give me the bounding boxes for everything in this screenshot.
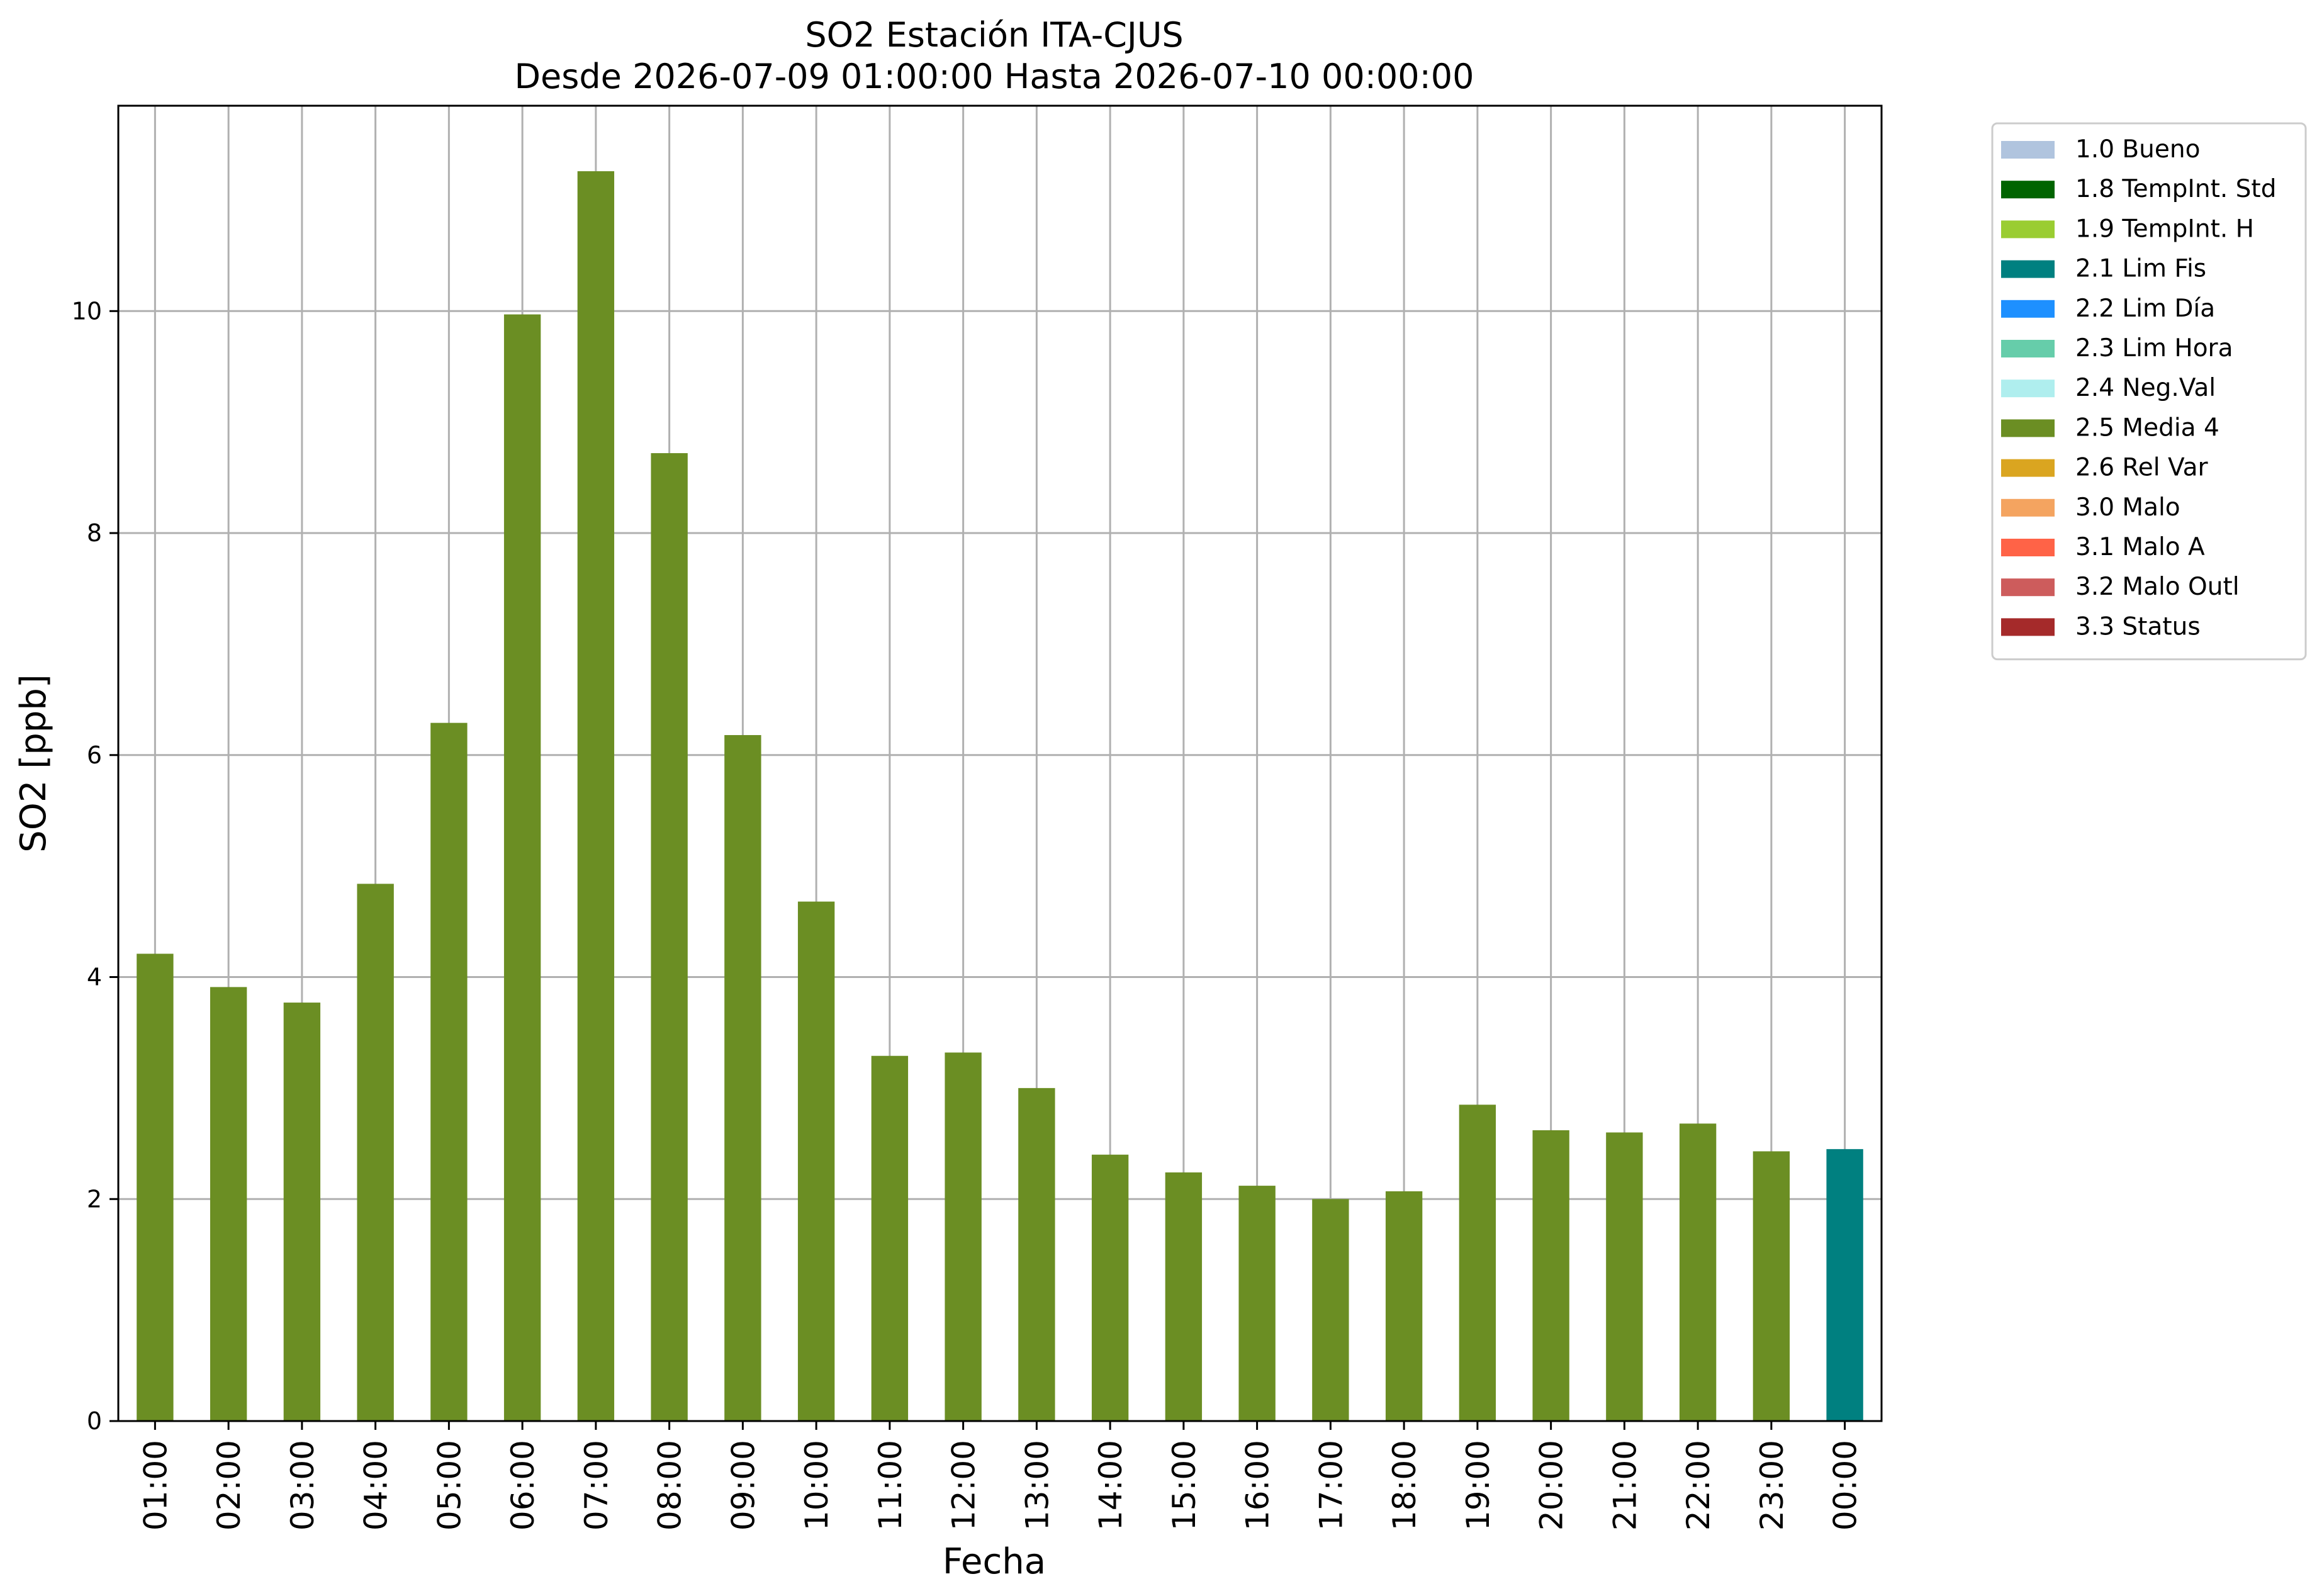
bar xyxy=(1606,1132,1643,1421)
legend-swatch xyxy=(2001,141,2055,159)
y-tick-label: 2 xyxy=(87,1185,102,1213)
legend-swatch xyxy=(2001,419,2055,437)
chart-background xyxy=(0,0,2317,1596)
chart-title: SO2 Estación ITA-CJUS xyxy=(805,15,1183,55)
x-tick-label: 01:00 xyxy=(137,1440,174,1531)
x-tick-label: 03:00 xyxy=(284,1440,321,1531)
legend-label: 2.1 Lim Fis xyxy=(2075,255,2206,283)
bar xyxy=(503,314,541,1421)
legend-swatch xyxy=(2001,181,2055,199)
bar xyxy=(283,1003,321,1421)
legend-swatch xyxy=(2001,459,2055,477)
x-tick-label: 06:00 xyxy=(505,1440,541,1531)
bar xyxy=(1532,1130,1569,1421)
x-tick-label: 19:00 xyxy=(1460,1440,1496,1531)
legend-label: 2.6 Rel Var xyxy=(2075,454,2209,482)
legend-label: 1.8 TempInt. Std xyxy=(2075,175,2276,203)
legend-label: 3.2 Malo Outl xyxy=(2075,573,2240,601)
chart-subtitle: Desde 2026-07-09 01:00:00 Hasta 2026-07-… xyxy=(514,57,1474,96)
x-tick-label: 08:00 xyxy=(652,1440,688,1531)
legend-label: 2.2 Lim Día xyxy=(2075,295,2215,323)
bar xyxy=(1165,1172,1203,1421)
y-tick-label: 4 xyxy=(87,964,102,991)
x-tick-label: 05:00 xyxy=(431,1440,468,1531)
x-tick-label: 18:00 xyxy=(1386,1440,1423,1531)
x-tick-label: 04:00 xyxy=(358,1440,395,1531)
x-tick-label: 10:00 xyxy=(799,1440,835,1531)
x-tick-label: 23:00 xyxy=(1754,1440,1790,1531)
x-tick-label: 15:00 xyxy=(1166,1440,1203,1531)
legend-label: 3.0 Malo xyxy=(2075,493,2180,522)
x-tick-label: 14:00 xyxy=(1092,1440,1129,1531)
y-tick-label: 10 xyxy=(72,297,102,325)
y-axis-label: SO2 [ppb] xyxy=(13,674,54,852)
x-tick-label: 21:00 xyxy=(1607,1440,1643,1531)
legend: 1.0 Bueno 1.8 TempInt. Std 1.9 TempInt. H 2… xyxy=(1991,122,2307,661)
x-tick-label: 07:00 xyxy=(578,1440,615,1531)
x-tick-label: 17:00 xyxy=(1313,1440,1349,1531)
bar xyxy=(651,453,688,1421)
bar xyxy=(137,953,174,1421)
bar xyxy=(1679,1123,1717,1421)
legend-swatch xyxy=(2001,220,2055,239)
legend-swatch xyxy=(2001,260,2055,278)
bar xyxy=(724,735,761,1421)
legend-swatch xyxy=(2001,618,2055,636)
legend-label: 2.3 Lim Hora xyxy=(2075,334,2233,362)
legend-label: 2.5 Media 4 xyxy=(2075,413,2219,442)
legend-label: 2.4 Neg.Val xyxy=(2075,374,2216,402)
y-tick-label: 0 xyxy=(87,1407,102,1435)
legend-label: 1.0 Bueno xyxy=(2075,135,2200,164)
legend-swatch xyxy=(2001,539,2055,556)
x-tick-label: 00:00 xyxy=(1827,1440,1864,1531)
x-tick-label: 09:00 xyxy=(725,1440,761,1531)
y-tick-label: 6 xyxy=(87,741,102,769)
legend-swatch xyxy=(2001,379,2055,398)
bar xyxy=(1312,1199,1349,1421)
x-tick-label: 22:00 xyxy=(1680,1440,1717,1531)
legend-label: 3.3 Status xyxy=(2075,612,2201,641)
legend-swatch xyxy=(2001,498,2055,517)
bar xyxy=(1753,1151,1790,1421)
bar xyxy=(1238,1186,1276,1421)
bar xyxy=(430,722,468,1421)
x-tick-label: 16:00 xyxy=(1240,1440,1276,1531)
bar-chart: SO2 Estación ITA-CJUS Desde 2026-07-09 0… xyxy=(0,0,2317,1596)
bar xyxy=(1385,1191,1423,1421)
bar xyxy=(1826,1149,1863,1421)
x-tick-label: 11:00 xyxy=(872,1440,909,1531)
legend-swatch xyxy=(2001,300,2055,318)
bar xyxy=(871,1055,909,1421)
x-tick-label: 13:00 xyxy=(1019,1440,1055,1531)
chart-container: SO2 Estación ITA-CJUS Desde 2026-07-09 0… xyxy=(0,0,2317,1596)
x-tick-label: 12:00 xyxy=(946,1440,982,1531)
bar xyxy=(577,171,615,1421)
bar xyxy=(1018,1087,1055,1421)
bar xyxy=(945,1052,982,1421)
legend-swatch xyxy=(2001,578,2055,597)
bar xyxy=(1459,1104,1496,1421)
x-tick-label: 02:00 xyxy=(211,1440,247,1531)
bar xyxy=(797,901,835,1421)
legend-label: 1.9 TempInt. H xyxy=(2075,215,2254,243)
bar xyxy=(210,987,247,1421)
x-tick-label: 20:00 xyxy=(1534,1440,1570,1531)
x-axis-label: Fecha xyxy=(943,1541,1046,1582)
legend-label: 3.1 Malo A xyxy=(2075,533,2205,561)
y-tick-label: 8 xyxy=(87,519,102,547)
legend-swatch xyxy=(2001,340,2055,357)
bar xyxy=(1091,1154,1129,1421)
bar xyxy=(357,884,394,1421)
